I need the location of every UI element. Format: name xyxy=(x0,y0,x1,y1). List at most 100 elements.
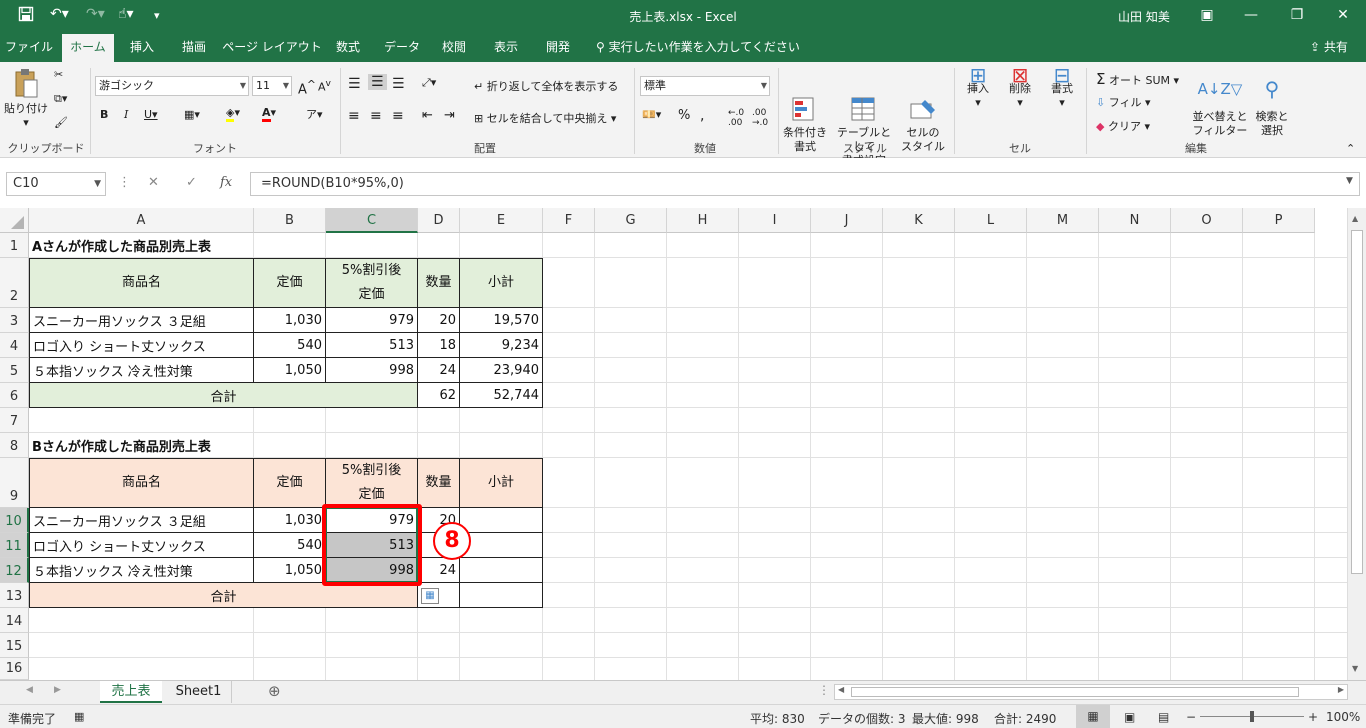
cancel-icon[interactable]: ✕ xyxy=(148,175,159,190)
increase-decimal-icon[interactable]: ←.0.00 xyxy=(728,108,744,128)
phonetic-icon[interactable]: ア▾ xyxy=(306,106,323,122)
table-a-cell[interactable]: 9,234 xyxy=(459,332,543,358)
tell-me-box[interactable]: ⚲ 実行したい作業を入力してください xyxy=(596,32,800,62)
table-b-cell[interactable] xyxy=(459,557,543,583)
table-a-total-label[interactable]: 合計 xyxy=(29,382,418,408)
autosum-button[interactable]: Σ オート SUM ▾ xyxy=(1096,70,1179,88)
table-b-header-qty[interactable]: 数量 xyxy=(417,458,460,508)
number-format-combo[interactable]: 標準 ▼ xyxy=(640,76,770,96)
row-header[interactable]: 14 xyxy=(0,608,29,633)
table-a-cell[interactable]: 19,570 xyxy=(459,307,543,333)
row-header[interactable]: 8 xyxy=(0,433,29,458)
table-a-header-name[interactable]: 商品名 xyxy=(29,258,254,308)
delete-cells-button[interactable]: ⊠ 削除 ▾ xyxy=(1002,65,1038,110)
add-sheet-icon[interactable]: ⊕ xyxy=(268,682,281,700)
zoom-slider-thumb[interactable] xyxy=(1250,711,1254,722)
tab-review[interactable]: 校閲 xyxy=(432,32,476,62)
table-a-cell[interactable]: 979 xyxy=(325,307,418,333)
accounting-format-icon[interactable]: 💴▾ xyxy=(642,108,661,121)
select-all-button[interactable] xyxy=(0,208,29,233)
table-b-title[interactable]: Bさんが作成した商品別売上表 xyxy=(29,433,329,457)
align-left-icon[interactable]: ≡ xyxy=(348,108,360,124)
table-a-cell[interactable]: 20 xyxy=(417,307,460,333)
table-b-cell[interactable] xyxy=(459,507,543,533)
share-button[interactable]: ⇪ 共有 xyxy=(1310,32,1348,62)
sheet-tab-sales[interactable]: 売上表 xyxy=(100,681,162,703)
column-header-p[interactable]: P xyxy=(1243,208,1315,233)
increase-indent-icon[interactable]: ⇥ xyxy=(444,108,455,123)
row-header[interactable]: 6 xyxy=(0,383,29,408)
column-header-k[interactable]: K xyxy=(883,208,955,233)
tab-insert[interactable]: 挿入 xyxy=(118,32,166,62)
increase-font-icon[interactable]: A^ xyxy=(298,78,316,97)
table-a-cell[interactable]: 18 xyxy=(417,332,460,358)
column-header-j[interactable]: J xyxy=(811,208,883,233)
vertical-scrollbar[interactable]: ▲ ▼ xyxy=(1347,208,1366,680)
user-name[interactable]: 山田 知美 xyxy=(1118,8,1170,25)
ribbon-display-options-icon[interactable]: ▣ xyxy=(1192,4,1222,26)
table-b-cell[interactable] xyxy=(459,532,543,558)
page-break-view-icon[interactable]: ▤ xyxy=(1158,710,1169,724)
align-bottom-icon[interactable]: ☰ xyxy=(392,76,405,92)
minimize-icon[interactable]: — xyxy=(1236,4,1266,26)
borders-icon[interactable]: ▦▾ xyxy=(184,108,200,121)
column-header-a[interactable]: A xyxy=(29,208,254,233)
table-a-header-discount[interactable]: 5%割引後 定価 xyxy=(325,258,418,308)
cut-icon[interactable]: ✂ xyxy=(54,68,63,81)
zoom-slider[interactable] xyxy=(1200,711,1304,722)
vertical-scroll-thumb[interactable] xyxy=(1351,230,1363,574)
worksheet-grid[interactable]: A B C D E F G H I J K L M N O P 1 2 3 4 … xyxy=(0,208,1366,680)
underline-icon[interactable]: U▾ xyxy=(144,108,158,121)
row-header[interactable]: 7 xyxy=(0,408,29,433)
table-a-cell[interactable]: 513 xyxy=(325,332,418,358)
table-b-cell[interactable]: スニーカー用ソックス ３足組 xyxy=(29,507,254,533)
quick-analysis-icon[interactable]: ▦ xyxy=(421,588,439,604)
zoom-out-icon[interactable]: − xyxy=(1186,710,1196,724)
font-color-icon[interactable]: A▾ xyxy=(262,106,276,122)
row-header[interactable]: 2 xyxy=(0,258,29,308)
tab-split-handle[interactable]: ⋮ xyxy=(818,683,830,697)
sort-filter-button[interactable]: A↓Z▽ 並べ替えと フィルター xyxy=(1192,68,1248,138)
column-header-c[interactable]: C xyxy=(326,208,418,233)
column-header-e[interactable]: E xyxy=(460,208,543,233)
table-a-cell[interactable]: スニーカー用ソックス ３足組 xyxy=(29,307,254,333)
merge-center-button[interactable]: ⊞ セルを結合して中央揃え ▾ xyxy=(474,110,616,126)
row-header[interactable]: 3 xyxy=(0,308,29,333)
table-a-header-subtotal[interactable]: 小計 xyxy=(459,258,543,308)
align-right-icon[interactable]: ≡ xyxy=(392,108,404,124)
insert-cells-button[interactable]: ⊞ 挿入 ▾ xyxy=(960,65,996,110)
table-b-total-subtotal[interactable] xyxy=(459,582,543,608)
table-a-total-qty[interactable]: 62 xyxy=(417,382,460,408)
macro-record-icon[interactable]: ▦ xyxy=(74,710,84,723)
format-cells-button[interactable]: ⊟ 書式 ▾ xyxy=(1044,65,1080,110)
column-header-f[interactable]: F xyxy=(543,208,595,233)
table-a-cell[interactable]: 1,050 xyxy=(253,357,326,383)
table-b-header-name[interactable]: 商品名 xyxy=(29,458,254,508)
sheet-tab-sheet1[interactable]: Sheet1 xyxy=(166,681,232,703)
table-a-header-price[interactable]: 定価 xyxy=(253,258,326,308)
column-header-i[interactable]: I xyxy=(739,208,811,233)
font-size-combo[interactable]: 11 ▼ xyxy=(252,76,292,96)
scroll-right-icon[interactable]: ▶ xyxy=(1338,685,1344,694)
scroll-up-icon[interactable]: ▲ xyxy=(1352,214,1358,223)
tab-developer[interactable]: 開発 xyxy=(536,32,580,62)
table-a-title[interactable]: Aさんが作成した商品別売上表 xyxy=(29,233,329,257)
scroll-sheets-right-icon[interactable]: ▶ xyxy=(54,685,61,695)
table-b-header-discount[interactable]: 5%割引後 定価 xyxy=(325,458,418,508)
tab-page-layout[interactable]: ページ レイアウト xyxy=(222,32,322,62)
font-name-combo[interactable]: 游ゴシック ▼ xyxy=(95,76,249,96)
clear-button[interactable]: ◆ クリア ▾ xyxy=(1096,118,1150,134)
column-header-m[interactable]: M xyxy=(1027,208,1099,233)
table-b-header-subtotal[interactable]: 小計 xyxy=(459,458,543,508)
row-header[interactable]: 15 xyxy=(0,633,29,658)
tab-draw[interactable]: 描画 xyxy=(170,32,218,62)
table-b-cell[interactable]: 1,050 xyxy=(253,557,326,583)
close-icon[interactable]: ✕ xyxy=(1328,4,1358,26)
comma-style-icon[interactable]: , xyxy=(700,108,704,124)
column-header-d[interactable]: D xyxy=(418,208,460,233)
table-a-total-subtotal[interactable]: 52,744 xyxy=(459,382,543,408)
restore-icon[interactable]: ❐ xyxy=(1282,4,1312,26)
expand-formula-icon[interactable]: ▼ xyxy=(1346,176,1353,186)
normal-view-icon[interactable]: ▦ xyxy=(1076,705,1110,728)
tab-data[interactable]: データ xyxy=(378,32,426,62)
